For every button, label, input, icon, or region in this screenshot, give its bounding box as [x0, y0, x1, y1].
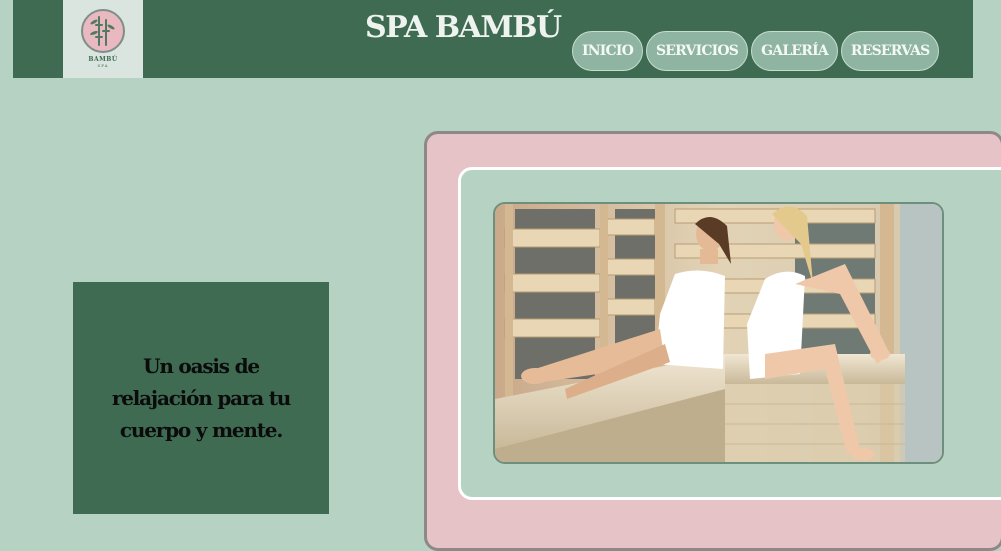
sauna-photo — [493, 202, 944, 464]
logo-name: BAMBÚ — [88, 56, 118, 63]
nav-galeria-button[interactable]: GALERÍA — [751, 31, 838, 71]
tagline-box: Un oasis de relajación para tu cuerpo y … — [73, 282, 329, 514]
main-nav: INICIO SERVICIOS GALERÍA RESERVAS — [572, 31, 940, 71]
tagline-text: Un oasis de relajación para tu cuerpo y … — [111, 354, 291, 442]
site-header: BAMBÚ SPA SPA BAMBÚ INICIO SERVICIOS GAL… — [13, 0, 973, 78]
sauna-illustration — [495, 204, 942, 462]
logo-subtitle: SPA — [97, 63, 109, 68]
nav-servicios-button[interactable]: SERVICIOS — [645, 31, 749, 71]
nav-inicio-button[interactable]: INICIO — [572, 31, 643, 71]
bamboo-icon — [81, 9, 125, 53]
nav-reservas-button[interactable]: RESERVAS — [840, 31, 940, 71]
site-title: SPA BAMBÚ — [365, 10, 562, 45]
logo[interactable]: BAMBÚ SPA — [63, 0, 143, 78]
